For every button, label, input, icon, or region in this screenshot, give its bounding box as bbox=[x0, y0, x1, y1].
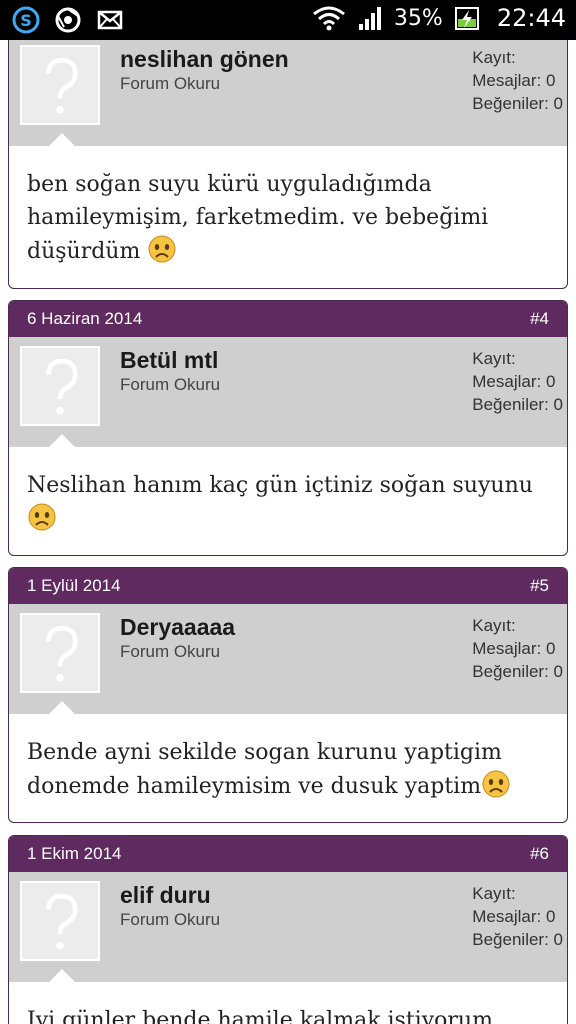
signal-icon bbox=[358, 7, 381, 30]
bubble-pointer bbox=[49, 434, 75, 447]
post-message: Iyi günler bende hamile kalmak istiyorum bbox=[9, 982, 567, 1024]
message-text: Neslihan hanım kaç gün içtiniz soğan suy… bbox=[27, 473, 533, 498]
post-message: Neslihan hanım kaç gün içtiniz soğan suy… bbox=[9, 447, 567, 554]
message-text: Bende ayni sekilde sogan kurunu yaptigim… bbox=[27, 740, 502, 799]
bubble-pointer bbox=[49, 701, 75, 714]
bubble-pointer bbox=[49, 133, 75, 146]
post-header: 1 Eylül 2014 #5 bbox=[9, 568, 567, 604]
stat-messages: Mesajlar: 0 bbox=[472, 71, 556, 90]
message-text: ben soğan suyu kürü uyguladığımda hamile… bbox=[27, 172, 489, 264]
thread-content: neslihan gönen Forum Okuru Kayıt: Mesajl… bbox=[0, 40, 576, 1024]
stat-likes: Beğeniler: 0 bbox=[472, 94, 563, 113]
avatar[interactable] bbox=[20, 45, 100, 125]
user-stats: Kayıt: Mesajlar: 0 Beğeniler: 0 bbox=[472, 46, 563, 115]
post-number-link[interactable]: #6 bbox=[530, 844, 549, 864]
stat-registered: Kayıt: bbox=[472, 884, 516, 903]
user-stats: Kayıt: Mesajlar: 0 Beğeniler: 0 bbox=[472, 614, 563, 683]
user-title: Forum Okuru bbox=[120, 74, 221, 93]
svg-text:S: S bbox=[20, 11, 32, 30]
sad-face-icon bbox=[28, 503, 56, 531]
post-header: 1 Ekim 2014 #6 bbox=[9, 836, 567, 872]
status-bar: S 35% 22:44 bbox=[0, 0, 576, 40]
stat-registered: Kayıt: bbox=[472, 349, 516, 368]
avatar-placeholder-icon bbox=[46, 57, 78, 114]
skype-icon[interactable]: S bbox=[12, 6, 40, 34]
user-stats: Kayıt: Mesajlar: 0 Beğeniler: 0 bbox=[472, 882, 563, 951]
post: 1 Eylül 2014 #5 Deryaaaaa Forum Okuru Ka… bbox=[8, 567, 568, 823]
battery-charging-icon bbox=[454, 7, 479, 30]
avatar-placeholder-icon bbox=[46, 358, 78, 415]
avatar[interactable] bbox=[20, 613, 100, 693]
mail-icon[interactable] bbox=[96, 6, 124, 34]
user-info-bar: elif duru Forum Okuru Kayıt: Mesajlar: 0… bbox=[9, 872, 567, 982]
avatar[interactable] bbox=[20, 881, 100, 961]
user-title: Forum Okuru bbox=[120, 910, 221, 929]
clock: 22:44 bbox=[496, 4, 566, 32]
username[interactable]: Betül mtl bbox=[120, 347, 218, 374]
user-info-bar: Betül mtl Forum Okuru Kayıt: Mesajlar: 0… bbox=[9, 337, 567, 447]
post: 1 Ekim 2014 #6 elif duru Forum Okuru Kay… bbox=[8, 835, 568, 1024]
username[interactable]: neslihan gönen bbox=[120, 46, 289, 73]
avatar-placeholder-icon bbox=[46, 893, 78, 950]
post-message: ben soğan suyu kürü uyguladığımda hamile… bbox=[9, 146, 567, 288]
post-number-link[interactable]: #5 bbox=[530, 576, 549, 596]
stat-messages: Mesajlar: 0 bbox=[472, 639, 556, 658]
stat-likes: Beğeniler: 0 bbox=[472, 662, 563, 681]
stat-registered: Kayıt: bbox=[472, 48, 516, 67]
user-info-bar: neslihan gönen Forum Okuru Kayıt: Mesajl… bbox=[9, 40, 567, 146]
post: 6 Haziran 2014 #4 Betül mtl Forum Okuru … bbox=[8, 300, 568, 556]
post-date: 1 Ekim 2014 bbox=[27, 844, 122, 863]
post-date: 6 Haziran 2014 bbox=[27, 309, 143, 328]
avatar-placeholder-icon bbox=[46, 625, 78, 682]
user-stats: Kayıt: Mesajlar: 0 Beğeniler: 0 bbox=[472, 347, 563, 416]
user-title: Forum Okuru bbox=[120, 375, 221, 394]
user-info-bar: Deryaaaaa Forum Okuru Kayıt: Mesajlar: 0… bbox=[9, 604, 567, 714]
post: neslihan gönen Forum Okuru Kayıt: Mesajl… bbox=[8, 40, 568, 289]
post-message: Bende ayni sekilde sogan kurunu yaptigim… bbox=[9, 714, 567, 821]
stat-messages: Mesajlar: 0 bbox=[472, 907, 556, 926]
stat-likes: Beğeniler: 0 bbox=[472, 395, 563, 414]
user-title: Forum Okuru bbox=[120, 642, 221, 661]
bubble-pointer bbox=[49, 969, 75, 982]
battery-percent: 35% bbox=[393, 5, 443, 31]
avatar[interactable] bbox=[20, 346, 100, 426]
username[interactable]: elif duru bbox=[120, 882, 211, 909]
message-text: Iyi günler bende hamile kalmak istiyorum bbox=[27, 1008, 493, 1024]
stat-messages: Mesajlar: 0 bbox=[472, 372, 556, 391]
sad-face-icon bbox=[148, 235, 176, 263]
post-header: 6 Haziran 2014 #4 bbox=[9, 301, 567, 337]
wifi-icon bbox=[312, 6, 345, 31]
sad-face-icon bbox=[482, 770, 510, 798]
post-number-link[interactable]: #4 bbox=[530, 309, 549, 329]
username[interactable]: Deryaaaaa bbox=[120, 614, 235, 641]
stat-registered: Kayıt: bbox=[472, 616, 516, 635]
post-date: 1 Eylül 2014 bbox=[27, 576, 121, 595]
chrome-icon[interactable] bbox=[54, 6, 82, 34]
stat-likes: Beğeniler: 0 bbox=[472, 930, 563, 949]
